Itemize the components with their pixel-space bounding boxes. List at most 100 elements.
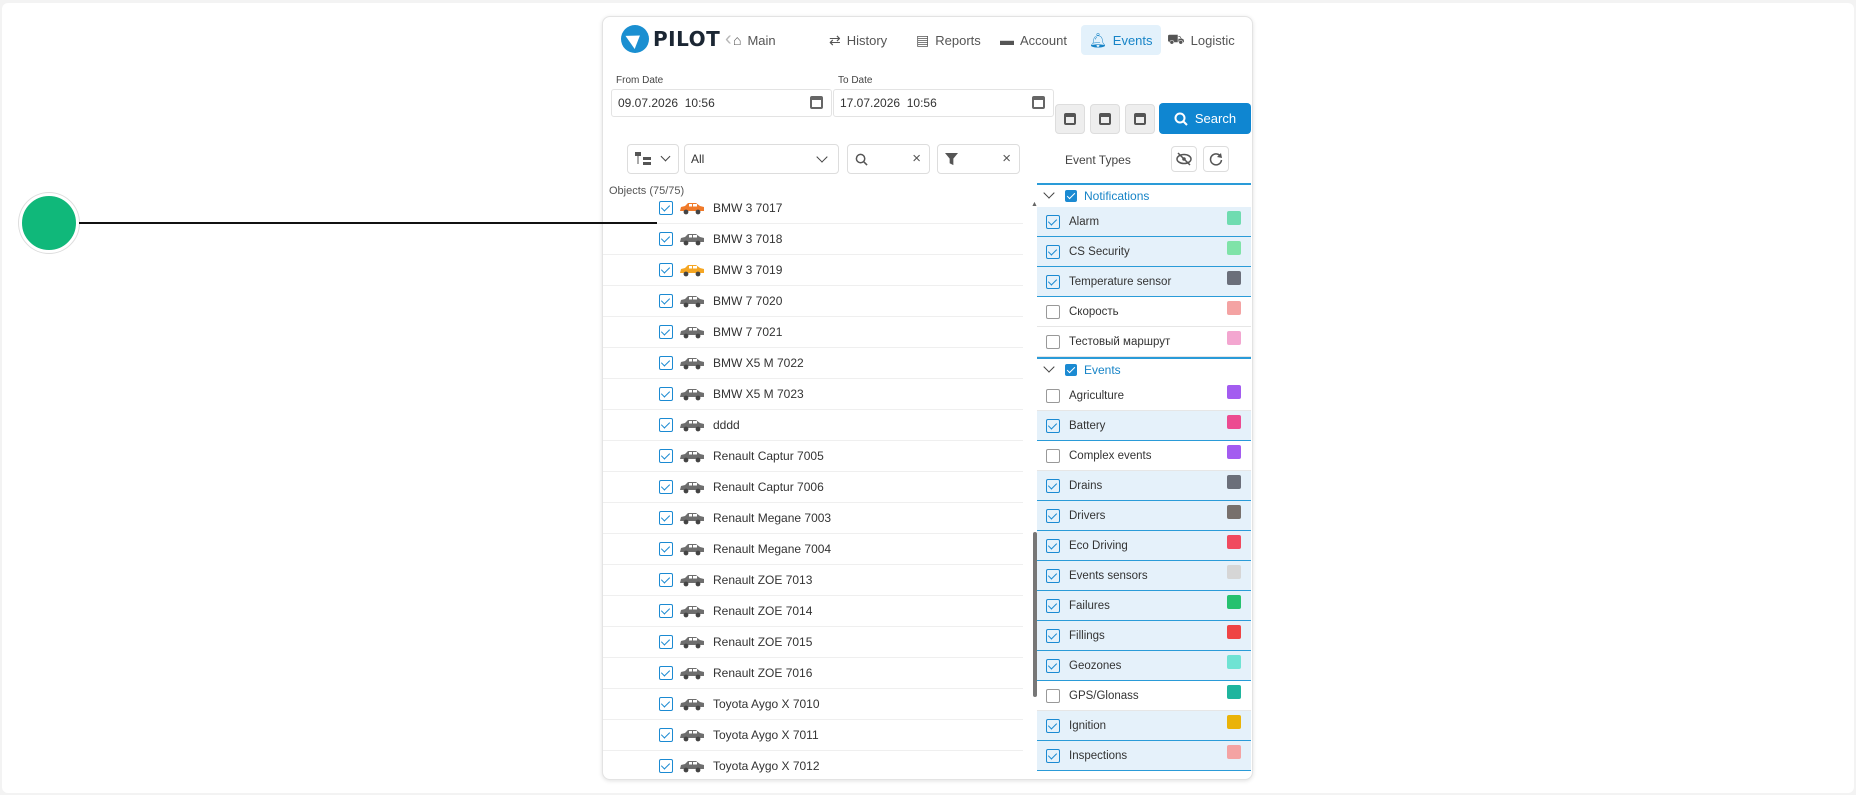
object-row[interactable]: BMW 3 7017 bbox=[603, 193, 1023, 224]
event-color-swatch[interactable] bbox=[1227, 445, 1241, 459]
object-checkbox[interactable] bbox=[659, 356, 673, 370]
object-checkbox[interactable] bbox=[659, 542, 673, 556]
object-row[interactable]: Toyota Aygo X 7010 bbox=[603, 689, 1023, 720]
chevron-down-icon[interactable] bbox=[1043, 187, 1055, 199]
event-type-row[interactable]: Fillings bbox=[1037, 621, 1251, 651]
clear-icon[interactable]: × bbox=[1002, 150, 1011, 167]
nav-history[interactable]: ⇄ History bbox=[821, 25, 895, 55]
event-type-row[interactable]: Скорость bbox=[1037, 297, 1251, 327]
object-row[interactable]: Renault Megane 7003 bbox=[603, 503, 1023, 534]
event-type-row[interactable]: Complex events bbox=[1037, 441, 1251, 471]
calendar-check-button[interactable] bbox=[1090, 104, 1120, 134]
object-checkbox[interactable] bbox=[659, 666, 673, 680]
chevron-down-icon[interactable] bbox=[1043, 361, 1055, 373]
object-checkbox[interactable] bbox=[659, 480, 673, 494]
event-type-row[interactable]: CS Security bbox=[1037, 237, 1251, 267]
object-checkbox[interactable] bbox=[659, 325, 673, 339]
object-row[interactable]: Renault ZOE 7013 bbox=[603, 565, 1023, 596]
object-row[interactable]: BMW X5 M 7023 bbox=[603, 379, 1023, 410]
event-color-swatch[interactable] bbox=[1227, 241, 1241, 255]
object-list[interactable]: BMW 3 7017 BMW 3 7018 BMW 3 7019 BMW 7 7020… bbox=[603, 193, 1031, 779]
event-type-checkbox[interactable] bbox=[1046, 448, 1060, 463]
event-type-checkbox[interactable] bbox=[1046, 688, 1060, 703]
event-color-swatch[interactable] bbox=[1227, 685, 1241, 699]
calendar-range-button[interactable] bbox=[1055, 104, 1085, 134]
event-color-swatch[interactable] bbox=[1227, 715, 1241, 729]
object-checkbox[interactable] bbox=[659, 418, 673, 432]
object-row[interactable]: Renault Megane 7004 bbox=[603, 534, 1023, 565]
object-row[interactable]: BMW 7 7020 bbox=[603, 286, 1023, 317]
object-row[interactable]: BMW 3 7019 bbox=[603, 255, 1023, 286]
event-type-row[interactable]: Ignition bbox=[1037, 711, 1251, 741]
object-checkbox[interactable] bbox=[659, 728, 673, 742]
object-checkbox[interactable] bbox=[659, 232, 673, 246]
event-color-swatch[interactable] bbox=[1227, 655, 1241, 669]
event-color-swatch[interactable] bbox=[1227, 565, 1241, 579]
calendar-icon[interactable] bbox=[810, 96, 823, 109]
event-type-checkbox[interactable] bbox=[1046, 478, 1060, 493]
event-type-checkbox[interactable] bbox=[1046, 214, 1060, 229]
object-checkbox[interactable] bbox=[659, 263, 673, 277]
event-type-row[interactable]: Battery bbox=[1037, 411, 1251, 441]
object-checkbox[interactable] bbox=[659, 604, 673, 618]
object-row[interactable]: Renault Captur 7005 bbox=[603, 441, 1023, 472]
object-checkbox[interactable] bbox=[659, 759, 673, 773]
event-color-swatch[interactable] bbox=[1227, 385, 1241, 399]
nav-account[interactable]: ▬ Account bbox=[992, 25, 1075, 55]
group-checkbox[interactable] bbox=[1065, 364, 1077, 376]
event-type-row[interactable]: Drains bbox=[1037, 471, 1251, 501]
nav-reports[interactable]: ▤ Reports bbox=[908, 25, 989, 55]
event-color-swatch[interactable] bbox=[1227, 505, 1241, 519]
event-type-checkbox[interactable] bbox=[1046, 718, 1060, 733]
event-type-checkbox[interactable] bbox=[1046, 304, 1060, 319]
object-row[interactable]: Renault ZOE 7014 bbox=[603, 596, 1023, 627]
event-type-row[interactable]: GPS/Glonass bbox=[1037, 681, 1251, 711]
object-row[interactable]: dddd bbox=[603, 410, 1023, 441]
event-type-row[interactable]: Drivers bbox=[1037, 501, 1251, 531]
object-checkbox[interactable] bbox=[659, 387, 673, 401]
event-type-row[interactable]: Geozones bbox=[1037, 651, 1251, 681]
event-group-header[interactable]: Events bbox=[1037, 357, 1251, 381]
event-color-swatch[interactable] bbox=[1227, 475, 1241, 489]
object-checkbox[interactable] bbox=[659, 294, 673, 308]
event-type-row[interactable]: Failures bbox=[1037, 591, 1251, 621]
object-row[interactable]: Renault Captur 7006 bbox=[603, 472, 1023, 503]
event-type-row[interactable]: Inspections bbox=[1037, 741, 1251, 771]
event-color-swatch[interactable] bbox=[1227, 595, 1241, 609]
event-type-row[interactable]: Тестовый маршрут bbox=[1037, 327, 1251, 357]
from-date-field[interactable]: 09.07.2026 10:56 bbox=[611, 89, 832, 117]
event-type-checkbox[interactable] bbox=[1046, 658, 1060, 673]
nav-main[interactable]: ⌂ Main bbox=[725, 25, 784, 55]
group-select[interactable]: All bbox=[684, 144, 839, 174]
event-type-checkbox[interactable] bbox=[1046, 628, 1060, 643]
event-type-checkbox[interactable] bbox=[1046, 274, 1060, 289]
event-group-header[interactable]: Notifications bbox=[1037, 183, 1251, 207]
calendar-minus-button[interactable] bbox=[1125, 104, 1155, 134]
event-type-checkbox[interactable] bbox=[1046, 568, 1060, 583]
object-checkbox[interactable] bbox=[659, 201, 673, 215]
object-row[interactable]: Renault ZOE 7015 bbox=[603, 627, 1023, 658]
event-type-checkbox[interactable] bbox=[1046, 508, 1060, 523]
object-checkbox[interactable] bbox=[659, 573, 673, 587]
object-search-input[interactable]: × bbox=[847, 144, 930, 174]
object-row[interactable]: BMW X5 M 7022 bbox=[603, 348, 1023, 379]
pilot-logo[interactable]: PILOT bbox=[621, 25, 720, 53]
event-type-row[interactable]: Events sensors bbox=[1037, 561, 1251, 591]
event-type-checkbox[interactable] bbox=[1046, 748, 1060, 763]
object-checkbox[interactable] bbox=[659, 635, 673, 649]
event-color-swatch[interactable] bbox=[1227, 301, 1241, 315]
object-row[interactable]: BMW 3 7018 bbox=[603, 224, 1023, 255]
calendar-icon[interactable] bbox=[1032, 96, 1045, 109]
refresh-button[interactable] bbox=[1203, 146, 1229, 172]
search-button[interactable]: Search bbox=[1159, 103, 1251, 134]
object-row[interactable]: Toyota Aygo X 7011 bbox=[603, 720, 1023, 751]
tree-view-dropdown[interactable] bbox=[627, 144, 679, 174]
event-color-swatch[interactable] bbox=[1227, 745, 1241, 759]
event-type-row[interactable]: Agriculture bbox=[1037, 381, 1251, 411]
hide-toggle-button[interactable] bbox=[1171, 146, 1197, 172]
object-row[interactable]: Toyota Aygo X 7012 bbox=[603, 751, 1023, 779]
event-type-checkbox[interactable] bbox=[1046, 418, 1060, 433]
object-filter-input[interactable]: × bbox=[937, 144, 1020, 174]
event-type-row[interactable]: Eco Driving bbox=[1037, 531, 1251, 561]
group-checkbox[interactable] bbox=[1065, 190, 1077, 202]
